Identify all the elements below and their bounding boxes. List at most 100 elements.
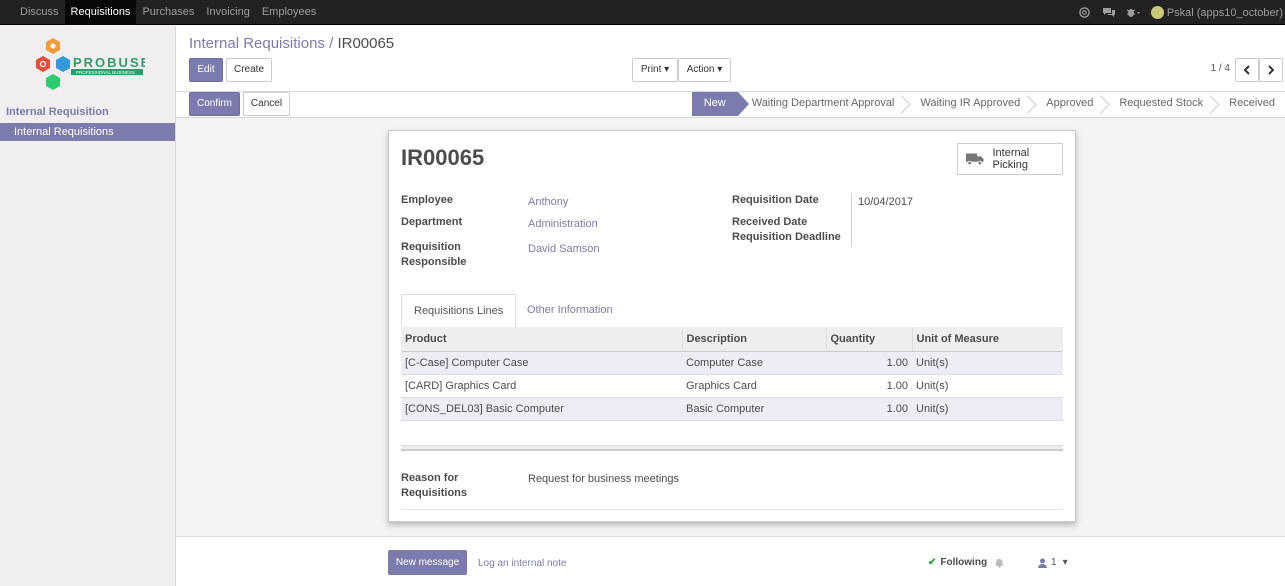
divider: [401, 509, 1063, 510]
notebook-tabs: Requisitions Lines Other Information: [401, 294, 1063, 328]
cell-quantity: 1.00: [826, 350, 912, 375]
following-label: Following: [940, 557, 988, 568]
cell-quantity: 1.00: [886, 379, 908, 392]
responsible-label-line2: Responsible: [401, 256, 467, 268]
stage-waiting-department-approval: Waiting Department Approval: [738, 92, 907, 116]
cell-description: Basic Computer: [682, 396, 826, 421]
stage-requested-stock: Requested Stock: [1105, 92, 1215, 116]
truck-icon: [966, 153, 984, 166]
cell-uom: Unit(s): [912, 350, 1063, 375]
table-footer: [401, 445, 1063, 451]
caret-down-icon: ▾: [1062, 557, 1068, 568]
cancel-button[interactable]: Cancel: [243, 92, 290, 116]
caret-down-icon: ▾: [664, 64, 670, 75]
table-row[interactable]: [CARD] Graphics Card Graphics Card 1.00 …: [401, 374, 1063, 397]
responsible-field[interactable]: David Samson: [528, 242, 600, 257]
cell-uom: Unit(s): [912, 396, 1063, 421]
field-divider: [851, 193, 852, 247]
log-internal-note-link[interactable]: Log an internal note: [478, 558, 566, 569]
help-icon[interactable]: [1077, 5, 1093, 21]
caret-down-icon: ▾: [717, 64, 723, 75]
breadcrumb-parent[interactable]: Internal Requisitions: [189, 35, 325, 52]
breadcrumb-current: IR00065: [337, 35, 395, 52]
chat-icon[interactable]: [1101, 5, 1117, 21]
tab-other-information[interactable]: Other Information: [515, 294, 625, 328]
menu-requisitions[interactable]: Requisitions: [64, 0, 137, 25]
followers-count: 1: [1051, 557, 1057, 568]
col-quantity[interactable]: Quantity: [826, 327, 913, 352]
reason-field: Request for business meetings: [528, 473, 680, 485]
user-menu[interactable]: Pskal (apps10_october): [1150, 6, 1283, 19]
confirm-button[interactable]: Confirm: [189, 92, 240, 116]
record-title: IR00065: [401, 145, 485, 170]
action-label: Action: [686, 64, 715, 75]
col-product[interactable]: Product: [401, 327, 683, 352]
menu-employees[interactable]: Employees: [256, 0, 322, 25]
action-dropdown[interactable]: Action ▾: [678, 58, 731, 82]
responsible-label-line1: Requisition: [401, 241, 461, 253]
systray: Pskal (apps10_october): [1073, 0, 1283, 25]
user-icon: [1038, 558, 1047, 568]
check-icon: ✔: [928, 557, 937, 568]
sidebar-section-title: Internal Requisition: [6, 106, 109, 118]
print-dropdown[interactable]: Print ▾: [632, 58, 678, 82]
cell-description: Graphics Card: [686, 379, 757, 392]
internal-picking-button[interactable]: Internal Picking: [957, 143, 1063, 175]
form-view: IR00065 Internal Picking Employee Anthon…: [176, 118, 1285, 536]
col-description[interactable]: Description: [682, 327, 827, 352]
tab-requisitions-lines[interactable]: Requisitions Lines: [401, 294, 517, 328]
debug-bug-icon[interactable]: [1125, 5, 1141, 21]
cell-product: [C-Case] Computer Case: [401, 350, 682, 375]
control-panel: Internal Requisitions / IR00065 Edit Cre…: [176, 26, 1285, 92]
cell-quantity: 1.00: [826, 396, 912, 421]
stage-new: New: [691, 92, 749, 116]
menu-purchases[interactable]: Purchases: [136, 0, 200, 25]
received-date-label: Received Date: [732, 216, 808, 228]
breadcrumb: Internal Requisitions / IR00065: [189, 35, 394, 52]
col-unit-of-measure[interactable]: Unit of Measure: [912, 327, 1063, 352]
new-message-button[interactable]: New message: [388, 550, 467, 575]
cell-product: [CARD] Graphics Card: [405, 379, 517, 392]
user-name: Pskal (apps10_october): [1166, 6, 1283, 19]
app-menu: Discuss Requisitions Purchases Invoicing…: [14, 0, 322, 25]
reason-label-line2: Requisitions: [401, 487, 468, 499]
chatter: New message Log an internal note ✔ Follo…: [176, 536, 1285, 586]
stage-pipeline: New Waiting Department Approval Waiting …: [691, 92, 1285, 116]
table-row[interactable]: [C-Case] Computer Case Computer Case 1.0…: [401, 350, 1063, 375]
requisition-date-label: Requisition Date: [732, 194, 819, 206]
pager-previous-button[interactable]: [1235, 58, 1259, 82]
requisition-lines-table: Product Description Quantity Unit of Mea…: [401, 327, 1063, 421]
stage-received: Received: [1229, 97, 1275, 109]
probuse-logo: PROBUSE PROFESSIONAL BUSINESS: [36, 38, 145, 90]
logo-text: PROBUSE: [73, 55, 145, 70]
pager-value[interactable]: 1 / 4: [1211, 63, 1230, 74]
print-label: Print: [640, 64, 662, 75]
table-row[interactable]: [CONS_DEL03] Basic Computer Basic Comput…: [401, 396, 1063, 421]
create-button[interactable]: Create: [226, 58, 272, 82]
top-navbar: Discuss Requisitions Purchases Invoicing…: [0, 0, 1285, 25]
department-field[interactable]: Administration: [528, 217, 598, 232]
employee-field[interactable]: Anthony: [528, 195, 568, 210]
avatar: [1150, 6, 1164, 19]
logo-subtext: PROFESSIONAL BUSINESS: [76, 70, 135, 75]
requisition-date-field: 10/04/2017: [858, 196, 914, 208]
sidebar-item-internal-requisitions[interactable]: Internal Requisitions: [0, 123, 175, 141]
menu-invoicing[interactable]: Invoicing: [200, 0, 255, 25]
stage-approved: Approved: [1032, 92, 1105, 116]
breadcrumb-separator: /: [329, 35, 334, 52]
menu-discuss[interactable]: Discuss: [14, 0, 65, 25]
following-button[interactable]: ✔ Following: [928, 557, 1004, 568]
cell-description: Computer Case: [682, 350, 826, 375]
followers-button[interactable]: 1 ▾: [1038, 557, 1068, 568]
sidebar: PROBUSE PROFESSIONAL BUSINESS Internal R…: [0, 26, 176, 586]
requisition-deadline-label: Requisition Deadline: [732, 231, 841, 243]
cell-product: [CONS_DEL03] Basic Computer: [401, 396, 682, 421]
form-sheet: IR00065 Internal Picking Employee Anthon…: [388, 130, 1076, 522]
chevron-left-icon: [1243, 65, 1250, 75]
form-statusbar: Confirm Cancel New Waiting Department Ap…: [176, 92, 1285, 118]
pager-next-button[interactable]: [1259, 58, 1283, 82]
edit-button[interactable]: Edit: [189, 58, 223, 82]
cell-uom: Unit(s): [916, 379, 949, 392]
department-label: Department: [401, 216, 463, 228]
internal-picking-label: Internal Picking: [992, 147, 1030, 171]
